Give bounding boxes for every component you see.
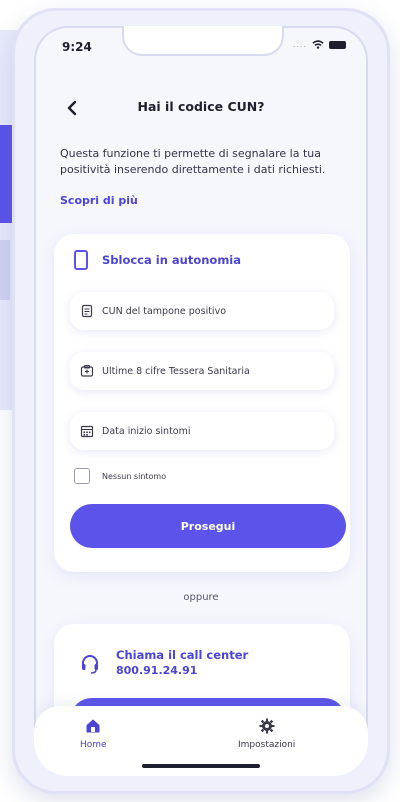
continue-button[interactable]: Prosegui xyxy=(70,504,346,548)
tab-settings[interactable]: Impostazioni xyxy=(238,718,295,750)
unlock-card: Sblocca in autonomia CUN del tampone pos… xyxy=(54,234,350,572)
document-icon xyxy=(81,304,93,318)
wifi-icon xyxy=(312,40,324,49)
unlock-card-title: Sblocca in autonomia xyxy=(102,253,242,267)
signal-icon: .... xyxy=(292,40,307,49)
home-icon xyxy=(86,719,100,733)
gear-icon xyxy=(259,718,275,734)
status-time: 9:24 xyxy=(62,40,92,54)
symptoms-date-input[interactable] xyxy=(100,424,324,438)
call-center-number[interactable]: 800.91.24.91 xyxy=(116,664,197,677)
headset-icon xyxy=(82,655,98,674)
learn-more-link[interactable]: Scopri di più xyxy=(60,194,138,207)
tab-home[interactable]: Home xyxy=(80,718,107,750)
calendar-icon xyxy=(80,425,94,438)
intro-text: Questa funzione ti permette di segnalare… xyxy=(60,147,326,176)
tab-settings-label: Impostazioni xyxy=(238,740,296,750)
status-icons: .... xyxy=(293,40,346,49)
page-title: Hai il codice CUN? xyxy=(137,99,265,114)
call-center-title: Chiama il call center xyxy=(116,648,249,662)
health-card-icon xyxy=(80,365,94,377)
cun-input[interactable] xyxy=(100,304,324,318)
page-header: Hai il codice CUN? xyxy=(34,96,368,120)
cun-field[interactable] xyxy=(70,292,334,330)
app-screen: 9:24 .... Hai il codice CUN? Questa funz… xyxy=(34,26,368,776)
symptoms-date-field[interactable] xyxy=(70,412,334,450)
tab-home-label: Home xyxy=(80,740,107,750)
health-card-input[interactable] xyxy=(100,364,324,378)
no-symptoms-checkbox[interactable] xyxy=(74,468,90,484)
notch xyxy=(122,26,284,56)
phone-frame: 9:24 .... Hai il codice CUN? Questa funz… xyxy=(12,8,390,794)
smartphone-icon xyxy=(74,250,88,270)
no-symptoms-row: Nessun sintomo xyxy=(74,468,166,484)
battery-icon xyxy=(329,40,346,49)
no-symptoms-label: Nessun sintomo xyxy=(102,471,167,481)
or-separator: oppure xyxy=(183,592,219,603)
home-indicator xyxy=(142,764,260,768)
health-card-field[interactable] xyxy=(70,352,334,390)
unlock-card-header: Sblocca in autonomia xyxy=(74,250,241,270)
background-accent-bar-light xyxy=(0,240,10,300)
